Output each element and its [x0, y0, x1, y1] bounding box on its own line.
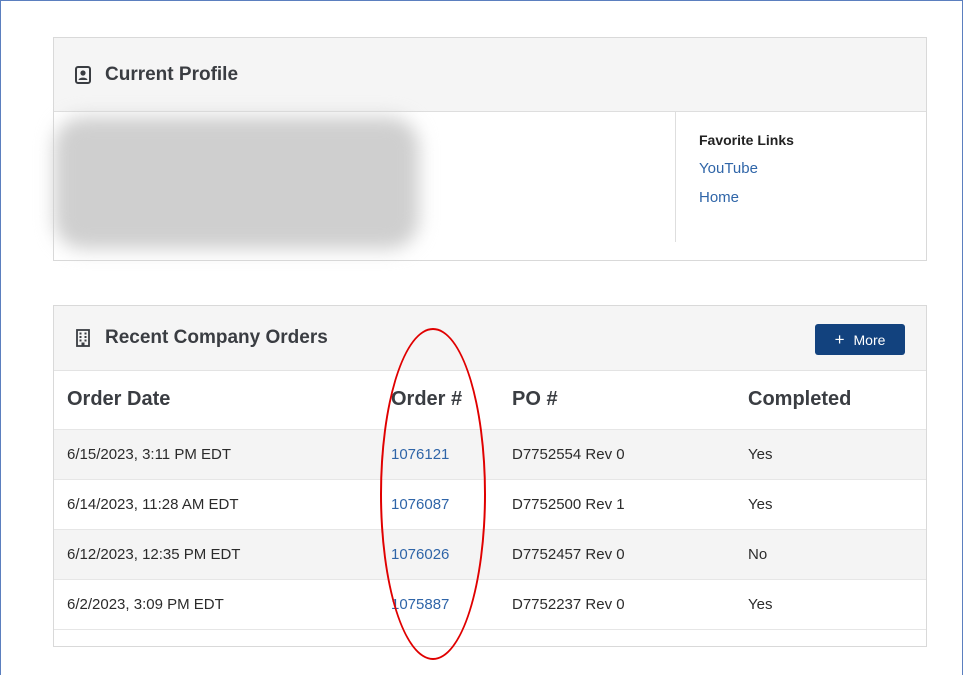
order-date-cell: 6/14/2023, 11:28 AM EDT — [54, 478, 391, 529]
po-number-cell: D7752500 Rev 1 — [512, 478, 748, 529]
table-footer-spacer — [54, 629, 926, 654]
po-number-cell: D7752554 Rev 0 — [512, 428, 748, 479]
column-header-order-date: Order Date — [54, 371, 391, 429]
profile-body: Favorite Links YouTube Home — [54, 112, 926, 260]
column-header-po-number: PO # — [512, 371, 748, 429]
column-header-completed: Completed — [748, 371, 926, 429]
po-number-cell: D7752457 Rev 0 — [512, 528, 748, 579]
recent-orders-card: Recent Company Orders + More Order Date … — [53, 305, 927, 647]
redacted-profile-info — [54, 117, 419, 249]
table-row: 6/2/2023, 3:09 PM EDT 1075887 D7752237 R… — [54, 578, 926, 629]
table-row: 6/15/2023, 3:11 PM EDT 1076121 D7752554 … — [54, 428, 926, 479]
column-header-order-number: Order # — [391, 371, 512, 429]
order-number-cell: 1076121 — [391, 428, 512, 479]
order-date-cell: 6/12/2023, 12:35 PM EDT — [54, 528, 391, 579]
current-profile-title: Current Profile — [105, 63, 239, 85]
order-number-link[interactable]: 1076026 — [391, 546, 449, 563]
order-date-cell: 6/2/2023, 3:09 PM EDT — [54, 578, 391, 629]
completed-cell: Yes — [748, 478, 926, 529]
table-row: 6/14/2023, 11:28 AM EDT 1076087 D7752500… — [54, 478, 926, 529]
current-profile-card: Current Profile Favorite Links YouTube H… — [53, 37, 927, 261]
order-number-cell: 1075887 — [391, 578, 512, 629]
recent-orders-header: Recent Company Orders + More — [54, 306, 926, 371]
po-number-cell: D7752237 Rev 0 — [512, 578, 748, 629]
building-icon — [75, 329, 91, 347]
completed-cell: No — [748, 528, 926, 579]
completed-cell: Yes — [748, 428, 926, 479]
recent-orders-title: Recent Company Orders — [105, 327, 328, 348]
contact-card-icon — [75, 65, 91, 84]
order-number-link[interactable]: 1076121 — [391, 446, 449, 463]
order-date-cell: 6/15/2023, 3:11 PM EDT — [54, 428, 391, 479]
orders-table-header-row: Order Date Order # PO # Completed — [54, 371, 926, 429]
order-number-link[interactable]: 1075887 — [391, 596, 449, 613]
favorite-links-panel: Favorite Links YouTube Home — [675, 112, 927, 242]
order-number-link[interactable]: 1076087 — [391, 496, 449, 513]
completed-cell: Yes — [748, 578, 926, 629]
current-profile-header: Current Profile — [54, 38, 926, 112]
orders-table: Order Date Order # PO # Completed 6/15/2… — [54, 371, 926, 629]
more-button-label: More — [853, 331, 886, 348]
order-number-cell: 1076087 — [391, 478, 512, 529]
favorite-link-home[interactable]: Home — [699, 183, 927, 212]
favorite-links-title: Favorite Links — [699, 132, 794, 148]
more-button[interactable]: + More — [815, 324, 905, 355]
order-number-cell: 1076026 — [391, 528, 512, 579]
plus-icon: + — [834, 329, 845, 349]
table-row: 6/12/2023, 12:35 PM EDT 1076026 D7752457… — [54, 528, 926, 579]
favorite-link-youtube[interactable]: YouTube — [699, 154, 927, 183]
